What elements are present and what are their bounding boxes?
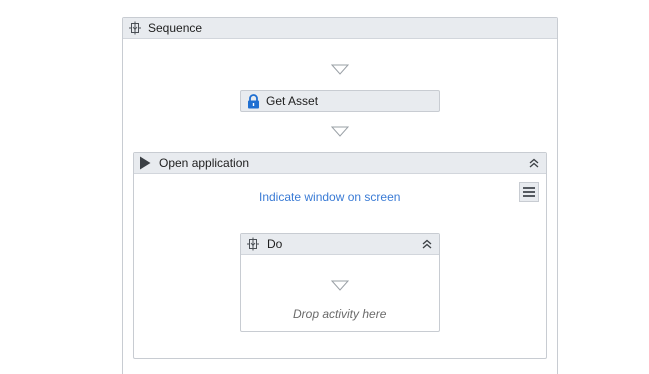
drop-zone-arrow-icon[interactable] (331, 64, 349, 76)
get-asset-title: Get Asset (266, 94, 319, 108)
lock-icon (247, 93, 260, 109)
collapse-chevron-icon[interactable] (419, 236, 435, 252)
do-title: Do (267, 237, 283, 251)
sequence-icon (128, 21, 142, 35)
do-header[interactable]: Do (241, 234, 439, 255)
hamburger-menu-icon[interactable] (519, 182, 539, 202)
do-activity[interactable]: Do Drop activity here (240, 233, 440, 332)
drop-zone-arrow-icon[interactable] (331, 126, 349, 138)
sequence-header[interactable]: Sequence (123, 18, 557, 39)
sequence-title: Sequence (148, 21, 203, 35)
sequence-icon (246, 237, 260, 251)
workflow-designer-canvas: Sequence Get Asset Open application Indi… (0, 0, 649, 374)
open-application-header[interactable]: Open application (134, 153, 546, 174)
play-icon (139, 156, 151, 170)
drop-zone-arrow-icon[interactable] (331, 280, 349, 292)
get-asset-activity[interactable]: Get Asset (240, 90, 440, 112)
collapse-chevron-icon[interactable] (526, 155, 542, 171)
indicate-window-link[interactable]: Indicate window on screen (259, 190, 400, 204)
drop-activity-hint[interactable]: Drop activity here (293, 307, 386, 321)
open-application-title: Open application (159, 156, 250, 170)
